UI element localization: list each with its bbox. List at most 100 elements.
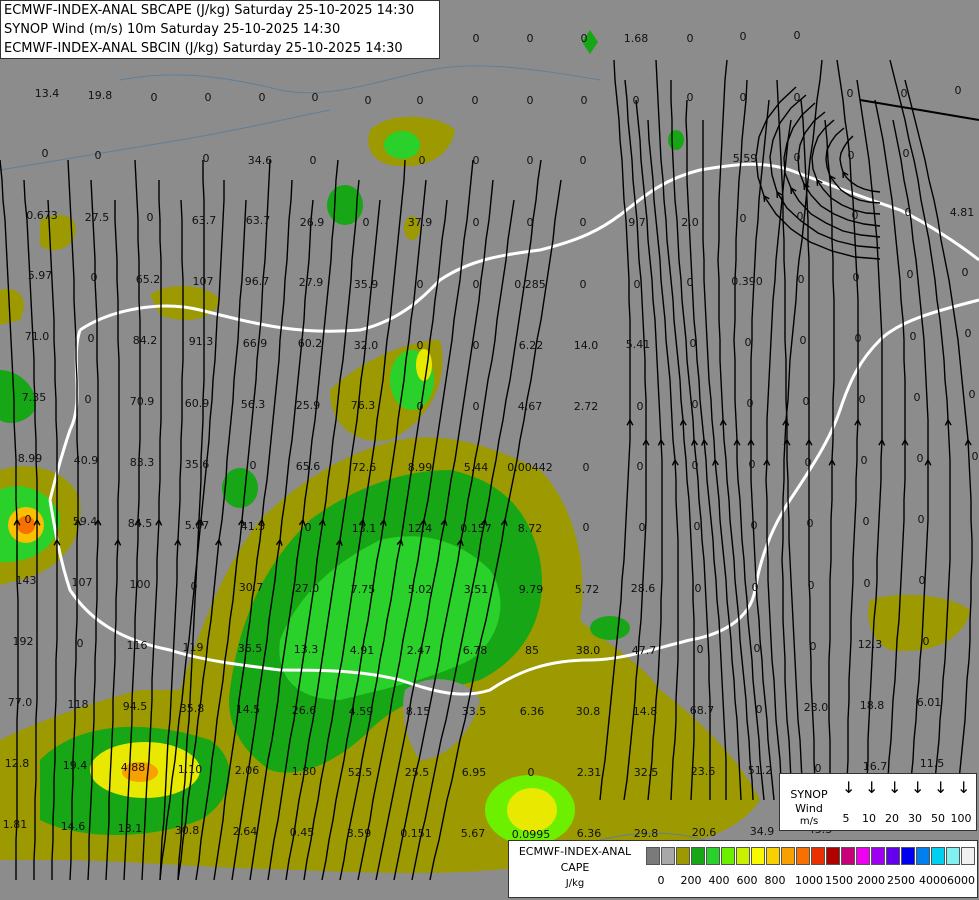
cape-value-label: 2.06 [235, 764, 260, 777]
cape-value-label: 0 [797, 210, 804, 223]
cape-value-label: 94.5 [123, 700, 148, 713]
cape-value-label: 76.3 [351, 399, 376, 412]
cape-value-label: 0 [259, 91, 266, 104]
cape-value-label: 5.97 [28, 269, 53, 282]
cape-value-label: 0 [955, 84, 962, 97]
cape-value-label: 6.36 [520, 705, 545, 718]
cape-value-label: 0 [917, 452, 924, 465]
cape-value-label: 85 [525, 644, 539, 657]
cape-patch-6 [222, 468, 258, 508]
cape-value-label: 71.0 [25, 330, 50, 343]
cape-value-label: 0 [965, 327, 972, 340]
cape-value-label: 0 [528, 766, 535, 779]
cape-value-label: 0.673 [26, 209, 58, 222]
cape-value-label: 70.9 [130, 395, 155, 408]
cape-value-label: 29.8 [634, 827, 659, 840]
cape-value-label: 0 [903, 147, 910, 160]
cape-value-label: 59.4 [73, 515, 98, 528]
cape-patch-12 [590, 616, 630, 640]
cape-value-label: 26.9 [300, 216, 325, 229]
cape-value-label: 0 [42, 147, 49, 160]
cape-value-label: 118 [68, 698, 89, 711]
cape-value-label: 0 [855, 332, 862, 345]
cape-value-label: 36.5 [238, 642, 263, 655]
cape-value-label: 16.7 [863, 760, 888, 773]
cape-value-label: 63.7 [192, 214, 217, 227]
map-header: ECMWF-INDEX-ANAL SBCAPE (J/kg) Saturday … [0, 0, 440, 59]
cape-area-s-max [507, 788, 557, 832]
header-line-sbcape: ECMWF-INDEX-ANAL SBCAPE (J/kg) Saturday … [4, 3, 415, 18]
cape-value-label: 0 [794, 29, 801, 42]
cape-value-label: 19.4 [63, 759, 88, 772]
cape-value-label: 56.3 [241, 398, 266, 411]
cape-legend-tick: 1500 [825, 874, 853, 887]
cape-value-label: 3.51 [464, 583, 489, 596]
cape-legend-tick: 800 [764, 874, 786, 887]
cape-value-label: 30.7 [239, 581, 264, 594]
cape-value-label: 0.390 [731, 275, 763, 288]
cape-value-label: 33.5 [462, 705, 487, 718]
cape-value-label: 0 [810, 640, 817, 653]
cape-value-label: 14.6 [61, 820, 86, 833]
cape-value-label: 34.9 [750, 825, 775, 838]
cape-value-label: 51.2 [748, 764, 773, 777]
cape-value-label: 25.5 [405, 766, 430, 779]
cape-legend-swatch [901, 847, 915, 865]
cape-value-label: 0 [919, 574, 926, 587]
cape-legend-tick: 4000 [919, 874, 947, 887]
cape-value-label: 0 [473, 278, 480, 291]
cape-value-label: 0 [85, 393, 92, 406]
wind-legend-speed: 5 [842, 812, 850, 825]
cape-value-label: 0 [473, 154, 480, 167]
cape-value-label: 27.5 [85, 211, 110, 224]
cape-value-label: 0 [923, 635, 930, 648]
cape-value-label: 192 [13, 635, 34, 648]
cape-value-label: 37.9 [408, 216, 433, 229]
cape-value-label: 143 [16, 574, 37, 587]
cape-value-label: 4.81 [950, 206, 975, 219]
cape-value-label: 0 [863, 515, 870, 528]
wind-legend-speed: 100 [950, 812, 972, 825]
cape-value-label: 65.2 [136, 273, 161, 286]
cape-value-label: 13.3 [294, 643, 319, 656]
cape-value-label: 0 [692, 459, 699, 472]
cape-value-label: 5.72 [575, 583, 600, 596]
cape-value-label: 0 [740, 91, 747, 104]
cape-value-label: 13.4 [35, 87, 60, 100]
cape-value-label: 0.157 [460, 522, 492, 535]
cape-value-label: 3.59 [347, 827, 372, 840]
cape-value-label: 0 [205, 91, 212, 104]
cape-value-label: 0 [853, 271, 860, 284]
cape-value-label: 0 [310, 154, 317, 167]
cape-value-label: 2.64 [233, 825, 258, 838]
cape-legend-swatch [706, 847, 720, 865]
cape-value-label: 0 [583, 521, 590, 534]
cape-value-label: 4.67 [518, 400, 543, 413]
cape-value-label: 0 [581, 94, 588, 107]
cape-value-label: 1.80 [292, 765, 317, 778]
cape-legend-swatch [826, 847, 840, 865]
cape-value-label: 6.36 [577, 827, 602, 840]
cape-value-label: 0 [859, 393, 866, 406]
cape-value-label: 27.9 [299, 276, 324, 289]
cape-value-label: 6.01 [917, 696, 942, 709]
cape-patch-1-core [384, 131, 420, 159]
wind-legend-speed: 10 [862, 812, 876, 825]
cape-value-label: 0 [690, 337, 697, 350]
cape-value-label: 0 [580, 216, 587, 229]
cape-legend-swatch [766, 847, 780, 865]
cape-value-label: 12.8 [5, 757, 30, 770]
cape-value-label: 0 [808, 579, 815, 592]
cape-value-label: 65.6 [296, 460, 321, 473]
cape-value-label: 47.7 [632, 644, 657, 657]
cape-value-label: 38.0 [576, 644, 601, 657]
cape-value-label: 0 [800, 334, 807, 347]
cape-value-label: 0 [918, 513, 925, 526]
cape-value-label: 12.4 [408, 522, 433, 535]
cape-value-label: 30.8 [576, 705, 601, 718]
cape-value-label: 119 [183, 641, 204, 654]
cape-value-label: 0 [473, 339, 480, 352]
cape-value-label: 0 [756, 703, 763, 716]
cape-value-label: 2.31 [577, 766, 602, 779]
cape-value-label: 0 [305, 521, 312, 534]
